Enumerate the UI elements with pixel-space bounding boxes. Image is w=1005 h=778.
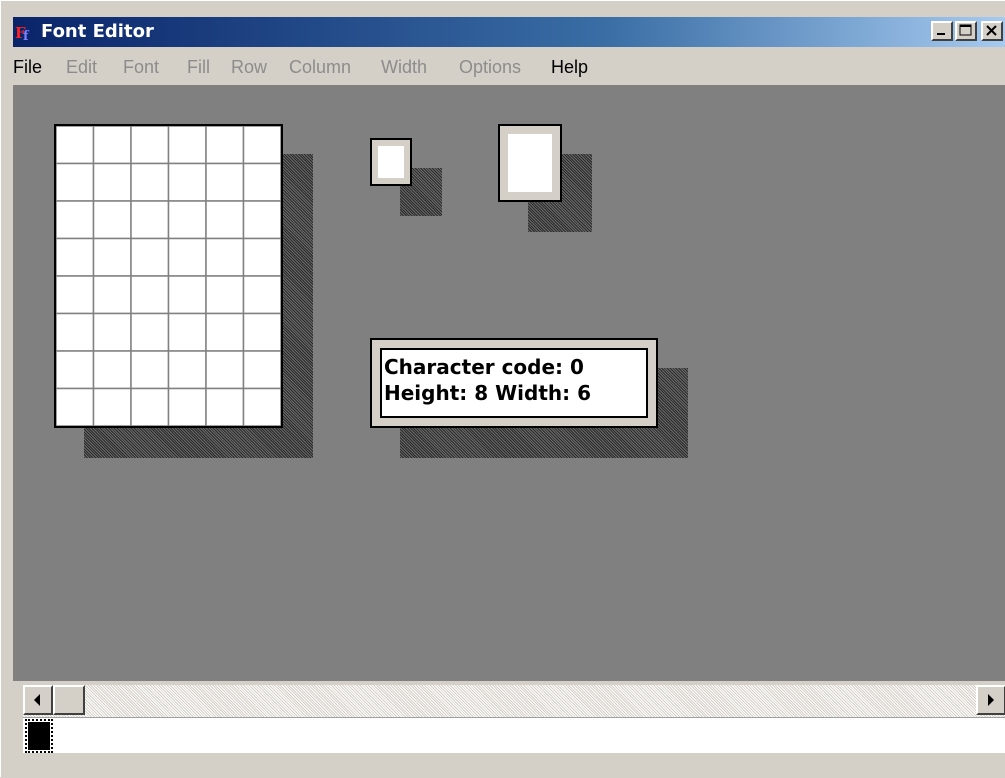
grid-cell[interactable] [92,350,132,390]
dimensions-label: Height: 8 Width: 6 [384,381,592,405]
grid-cell[interactable] [130,312,170,352]
grid-cell[interactable] [92,312,132,352]
grid-cell[interactable] [130,350,170,390]
grid-cell[interactable] [130,275,170,315]
font-editor-window: F f Font Editor File Edit Font Fill Row Colum… [0,0,1005,778]
grid-cell[interactable] [56,387,95,427]
grid-cell[interactable] [56,237,95,277]
selected-character-cell[interactable] [25,719,53,753]
grid-cell[interactable] [92,275,132,315]
large-character-preview [498,124,562,202]
grid-cell[interactable] [56,162,95,202]
grid-cell[interactable] [242,126,282,165]
character-scrollbar[interactable] [23,683,1005,717]
grid-cell[interactable] [92,237,132,277]
window-title: Font Editor [41,21,154,42]
minimize-button[interactable] [931,21,953,41]
grid-cell[interactable] [167,312,207,352]
character-code-label: Character code: 0 [384,355,584,379]
close-button[interactable] [981,21,1003,41]
menu-row: Row [231,57,268,77]
close-icon [986,25,997,36]
grid-cell[interactable] [205,126,245,165]
grid-cell[interactable] [205,350,245,390]
grid-cell[interactable] [205,275,245,315]
menu-bar: File Edit Font Fill Row Column Width Options Hel… [13,51,1005,83]
grid-cell[interactable] [56,312,95,352]
menu-options: Options [459,57,522,77]
grid-cell[interactable] [56,200,95,240]
grid-cell[interactable] [242,162,282,202]
grid-cell[interactable] [167,162,207,202]
scroll-left-button[interactable] [23,685,53,715]
grid-cell[interactable] [167,200,207,240]
character-strip[interactable] [23,717,1005,754]
font-editor-app-icon: F f [15,24,30,41]
svg-text:f: f [23,29,30,41]
scroll-thumb[interactable] [53,685,85,715]
grid-cell[interactable] [242,200,282,240]
grid-cell[interactable] [205,237,245,277]
grid-cell[interactable] [167,275,207,315]
grid-cell[interactable] [167,387,207,427]
small-character-preview [370,138,412,186]
grid-cell[interactable] [56,275,95,315]
grid-cell[interactable] [56,350,95,390]
grid-cell[interactable] [56,126,95,165]
grid-cell[interactable] [242,387,282,427]
grid-cell[interactable] [205,200,245,240]
scroll-right-button[interactable] [976,685,1005,715]
grid-cell[interactable] [242,312,282,352]
character-info-text: Character code: 0 Height: 8 Width: 6 [380,348,648,418]
grid-cell[interactable] [130,200,170,240]
grid-cell[interactable] [205,162,245,202]
grid-cell[interactable] [92,200,132,240]
menu-file[interactable]: File [13,57,42,78]
grid-cell[interactable] [167,350,207,390]
menu-width: Width [381,57,428,77]
large-preview-canvas [508,134,552,192]
character-grid[interactable] [54,124,283,428]
menu-font: Font [123,57,160,77]
title-bar[interactable]: F f Font Editor [13,17,1005,47]
menu-help[interactable]: Help [551,57,588,78]
grid-cell[interactable] [130,126,170,165]
maximize-button[interactable] [955,21,977,41]
grid-cell[interactable] [242,350,282,390]
grid-cell[interactable] [167,237,207,277]
window-bottom-frame [1,753,1005,778]
grid-cell[interactable] [130,162,170,202]
minimize-icon [937,33,945,35]
grid-cell[interactable] [130,237,170,277]
grid-cell[interactable] [205,387,245,427]
grid-cell[interactable] [167,126,207,165]
grid-cell[interactable] [130,387,170,427]
grid-cell[interactable] [205,312,245,352]
grid-cell[interactable] [242,275,282,315]
arrow-left-icon [34,694,40,706]
menu-edit: Edit [66,57,98,77]
menu-fill: Fill [187,57,210,77]
grid-cell[interactable] [92,126,132,165]
grid-cell[interactable] [92,387,132,427]
maximize-icon [959,24,972,36]
small-preview-canvas [378,146,404,178]
arrow-right-icon [988,694,994,706]
character-info-panel: Character code: 0 Height: 8 Width: 6 [370,338,658,428]
grid-cell[interactable] [92,162,132,202]
character-grid-cells[interactable] [56,126,281,426]
grid-cell[interactable] [242,237,282,277]
menu-column: Column [289,57,352,77]
